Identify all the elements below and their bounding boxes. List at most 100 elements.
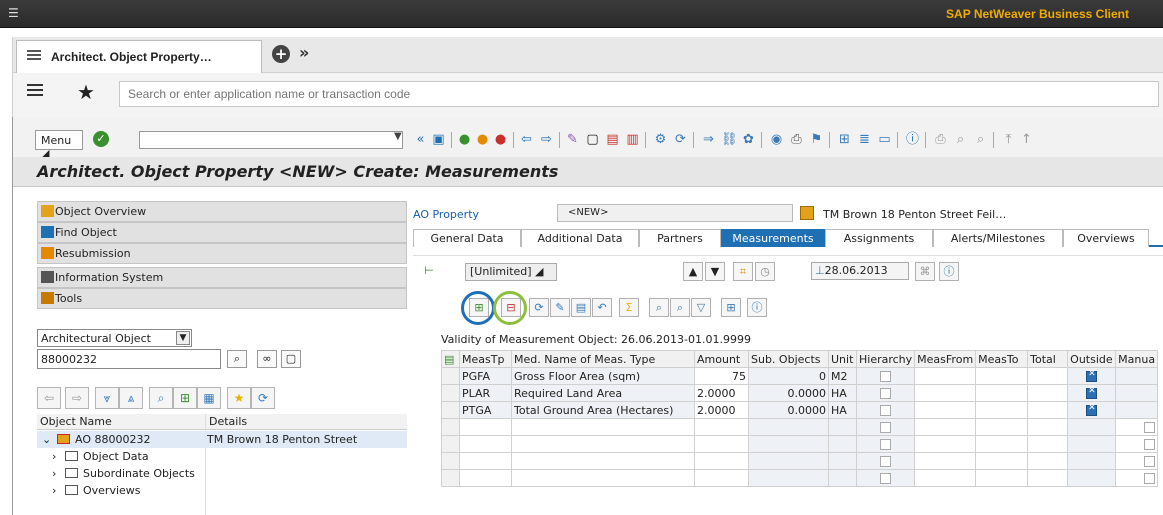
search-input[interactable]	[119, 81, 1159, 107]
menu-icon[interactable]	[27, 84, 43, 98]
search-object-button[interactable]: ⌕	[227, 350, 247, 368]
row-selector[interactable]	[441, 384, 460, 402]
tab-general-data[interactable]: General Data	[413, 229, 521, 247]
sum-icon[interactable]: Σ	[619, 298, 639, 317]
details-icon[interactable]: ✎	[550, 298, 570, 317]
previous-icon[interactable]: ⇦	[519, 132, 534, 147]
command-field[interactable]	[139, 131, 403, 149]
cell-meas-to[interactable]	[975, 367, 1029, 385]
enter-check-icon[interactable]: ✓	[93, 131, 109, 147]
new-document-icon[interactable]: ▢	[585, 132, 600, 147]
favorite-icon[interactable]: ★	[227, 387, 251, 409]
delete-icon[interactable]: ▥	[625, 132, 640, 147]
cell-empty[interactable]	[914, 418, 977, 436]
cell-empty[interactable]	[511, 418, 695, 436]
clock-icon[interactable]: ◷	[755, 262, 775, 281]
cell-manual[interactable]	[1115, 452, 1159, 470]
cell-empty[interactable]	[459, 418, 512, 436]
column-header[interactable]: MeasFrom	[914, 350, 977, 368]
nav-item-tools[interactable]: Tools	[37, 288, 407, 309]
column-header[interactable]: Unit	[828, 350, 857, 368]
copy-row-icon[interactable]: ▤	[571, 298, 591, 317]
collapse-icon[interactable]: «	[413, 132, 428, 147]
chevron-right-icon[interactable]: ›	[52, 484, 56, 497]
cell-empty[interactable]	[1027, 418, 1069, 436]
history-icon[interactable]: ⌗	[733, 262, 753, 281]
column-header[interactable]: MeasTo	[975, 350, 1029, 368]
app-menu-icon[interactable]: ☰	[8, 7, 20, 19]
cell-empty[interactable]	[694, 452, 749, 470]
collapse-all-icon[interactable]: ⩓	[119, 387, 143, 409]
undo-icon[interactable]: ↶	[592, 298, 612, 317]
tab-overviews[interactable]: Overviews	[1063, 229, 1149, 247]
cell-empty[interactable]	[975, 435, 1029, 453]
menu-button[interactable]: Menu ◢	[35, 130, 83, 160]
table-find-next-icon[interactable]: ⌕	[670, 298, 690, 317]
next-icon[interactable]: ⇨	[539, 132, 554, 147]
tool-icon[interactable]: ⚙	[653, 132, 668, 147]
structure-icon[interactable]: ⊞	[837, 132, 852, 147]
tree-row-object-data[interactable]: › Object Data	[37, 448, 407, 465]
find-icon[interactable]: ⌕	[149, 387, 173, 409]
chevron-right-icon[interactable]: ›	[52, 467, 56, 480]
chevron-down-icon[interactable]: ⌄	[42, 433, 51, 446]
settings-icon[interactable]: ✿	[741, 132, 756, 147]
tab-measurements[interactable]: Measurements	[721, 229, 825, 247]
checkbox[interactable]	[1144, 422, 1156, 433]
cell-meas-to[interactable]	[975, 401, 1029, 419]
cell-meas-from[interactable]	[914, 401, 977, 419]
column-header[interactable]: Outside	[1067, 350, 1117, 368]
glasses-button[interactable]: ∞	[257, 350, 277, 368]
nav-item-find-object[interactable]: Find Object	[37, 222, 407, 243]
back-icon[interactable]: ●	[457, 132, 472, 147]
column-header[interactable]: Total	[1027, 350, 1069, 368]
tree-row-ao[interactable]: ⌄ AO 88000232 TM Brown 18 Penton Street	[37, 431, 407, 448]
tree-row-overviews[interactable]: › Overviews	[37, 482, 407, 499]
grid-icon[interactable]: ▦	[197, 387, 221, 409]
dropdown-arrow-icon[interactable]: ▼	[176, 331, 190, 345]
cell-empty[interactable]	[511, 435, 695, 453]
tree-toggle-icon[interactable]: ⊢	[419, 262, 439, 281]
table-info-icon[interactable]: ⓘ	[747, 298, 767, 317]
cell-empty[interactable]	[459, 469, 512, 487]
cell-empty[interactable]	[459, 435, 512, 453]
column-header[interactable]: Sub. Objects	[748, 350, 829, 368]
table-find-icon[interactable]: ⌕	[649, 298, 669, 317]
nav-back-icon[interactable]: ⇦	[37, 387, 61, 409]
chevron-right-icon[interactable]: ›	[52, 450, 56, 463]
print-icon[interactable]: ⎙	[789, 132, 804, 147]
column-header[interactable]: Med. Name of Meas. Type	[511, 350, 695, 368]
cell-amount[interactable]: 75	[694, 367, 749, 385]
cell-total[interactable]	[1027, 367, 1069, 385]
hierarchy-icon[interactable]: ⊞	[173, 387, 197, 409]
cell-empty[interactable]	[1027, 452, 1069, 470]
more-tabs-icon[interactable]: »	[299, 43, 309, 62]
cell-empty[interactable]	[694, 469, 749, 487]
nav-item-information-system[interactable]: Information System	[37, 267, 407, 288]
checkbox[interactable]	[1144, 456, 1156, 467]
row-selector[interactable]	[441, 367, 460, 385]
tab-partners[interactable]: Partners	[639, 229, 721, 247]
row-selector[interactable]	[441, 418, 460, 436]
layout-icon[interactable]: ≣	[857, 132, 872, 147]
compare-icon[interactable]: ⌘	[915, 262, 935, 281]
save-icon[interactable]: ▣	[431, 132, 446, 147]
cell-total[interactable]	[1027, 401, 1069, 419]
nav-item-resubmission[interactable]: Resubmission	[37, 243, 407, 264]
refresh-tree-icon[interactable]: ⟳	[251, 387, 275, 409]
tree-row-subordinate-objects[interactable]: › Subordinate Objects	[37, 465, 407, 482]
copy-icon[interactable]: ▤	[605, 132, 620, 147]
row-selector[interactable]	[441, 469, 460, 487]
row-selector[interactable]	[441, 401, 460, 419]
new-object-button[interactable]: ▢	[281, 350, 301, 368]
cell-meas-from[interactable]	[914, 367, 977, 385]
link-icon[interactable]: ⛓	[721, 132, 738, 147]
cell-empty[interactable]	[1027, 469, 1069, 487]
sort-up-icon[interactable]: ▲	[683, 262, 703, 281]
limit-select[interactable]: [Unlimited] ◢	[465, 263, 557, 281]
cancel-icon[interactable]: ●	[493, 132, 508, 147]
cell-empty[interactable]	[694, 435, 749, 453]
tab-additional-data[interactable]: Additional Data	[521, 229, 639, 247]
column-header[interactable]: Hierarchy	[855, 350, 916, 368]
column-header[interactable]: Amount	[694, 350, 749, 368]
